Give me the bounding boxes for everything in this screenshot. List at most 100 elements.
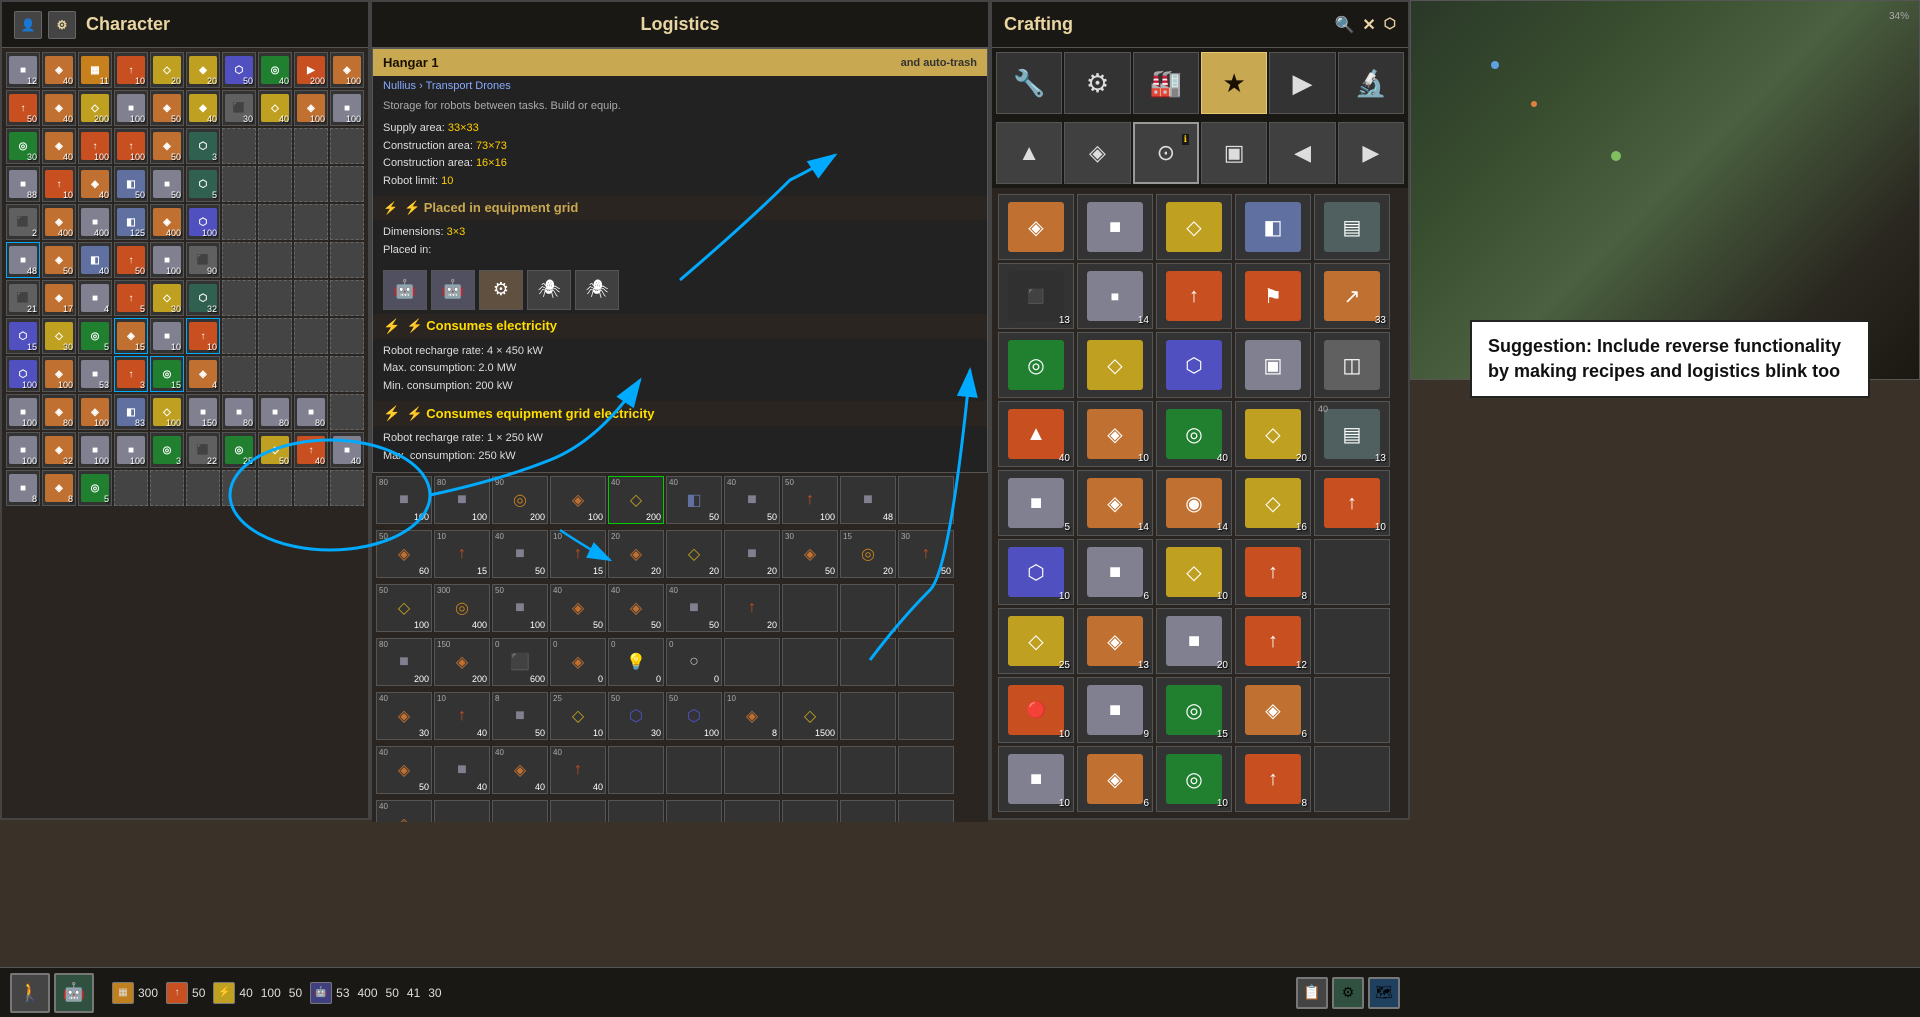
log-slot-empty[interactable] [492, 800, 548, 822]
craft-slot[interactable]: ■ 6 [1077, 539, 1153, 605]
inv-slot[interactable]: ⬛2 [6, 204, 40, 240]
log-slot-empty[interactable] [898, 584, 954, 632]
character-icon-2[interactable]: ⚙ [48, 11, 76, 39]
craft-slot[interactable]: 🔴 10 [998, 677, 1074, 743]
log-slot[interactable]: ■ 80100 [434, 476, 490, 524]
inv-slot[interactable]: ⬡100 [186, 204, 220, 240]
inv-slot[interactable]: ↑10 [42, 166, 76, 202]
inv-slot[interactable]: ■53 [78, 356, 112, 392]
craft-tab-arrow[interactable]: ▶ [1269, 52, 1335, 114]
log-slot[interactable]: ◈ 4030 [376, 692, 432, 740]
log-slot-empty[interactable] [840, 638, 896, 686]
inv-slot[interactable]: ◈50 [42, 242, 76, 278]
craft-tab-2-4[interactable]: ▣ [1201, 122, 1267, 184]
log-slot[interactable]: ■ 40 [434, 746, 490, 794]
log-slot-empty[interactable] [782, 800, 838, 822]
log-slot-empty[interactable] [724, 800, 780, 822]
craft-slot[interactable]: ■ 9 [1077, 677, 1153, 743]
inv-slot[interactable]: ■40 [330, 432, 364, 468]
inv-slot[interactable]: ◧50 [114, 166, 148, 202]
log-slot-empty[interactable] [898, 476, 954, 524]
inv-slot[interactable]: ◎15 [150, 356, 184, 392]
inv-slot[interactable]: ■88 [6, 166, 40, 202]
inv-slot[interactable]: ⬛30 [222, 90, 256, 126]
craft-slot[interactable]: ◇ 16 [1235, 470, 1311, 536]
craft-slot[interactable]: ◎ 40 [1156, 401, 1232, 467]
craft-slot[interactable]: ▤ [1314, 194, 1390, 260]
inv-slot[interactable]: ◇20 [150, 52, 184, 88]
inv-slot[interactable]: ↑10 [114, 52, 148, 88]
log-slot[interactable]: ◇ 20 [666, 530, 722, 578]
character-icon-1[interactable]: 👤 [14, 11, 42, 39]
log-slot[interactable]: 💡 00 [608, 638, 664, 686]
log-slot[interactable]: ◧ 4050 [666, 476, 722, 524]
craft-slot[interactable]: ⬡ [1156, 332, 1232, 398]
inv-slot[interactable]: ◇30 [42, 318, 76, 354]
craft-slot[interactable]: ⚑ [1235, 263, 1311, 329]
inv-slot[interactable]: ↑50 [6, 90, 40, 126]
craft-tab-science[interactable]: 🔬 [1338, 52, 1404, 114]
hangar-bar[interactable]: Hangar 1 and auto-trash [373, 49, 987, 76]
inv-slot[interactable]: ⬡5 [186, 166, 220, 202]
log-slot[interactable]: ⬡ 5030 [608, 692, 664, 740]
inv-slot[interactable]: ⬡100 [6, 356, 40, 392]
log-slot[interactable]: ◈ 4040 [492, 746, 548, 794]
robot-slot[interactable]: ⚙ [479, 270, 523, 310]
log-slot[interactable]: ■ 80100 [376, 476, 432, 524]
inv-slot[interactable]: ■100 [114, 90, 148, 126]
craft-slot[interactable]: ◉ 14 [1156, 470, 1232, 536]
craft-slot[interactable]: ▣ [1235, 332, 1311, 398]
log-slot-empty[interactable] [434, 800, 490, 822]
inv-slot[interactable]: ◈100 [294, 90, 328, 126]
robot-slot[interactable]: 🤖 [383, 270, 427, 310]
inv-slot[interactable]: ◈100 [42, 356, 76, 392]
log-slot[interactable]: ◈ 00 [550, 638, 606, 686]
inv-slot[interactable]: ◎30 [6, 128, 40, 164]
log-slot-empty[interactable] [724, 746, 780, 794]
log-slot-empty[interactable] [898, 746, 954, 794]
inv-slot[interactable]: ◇30 [150, 280, 184, 316]
craft-slot[interactable]: ◈ 6 [1235, 677, 1311, 743]
log-slot[interactable]: ◈ 4050 [376, 800, 432, 822]
robot-slot[interactable]: 🕷 [575, 270, 619, 310]
inv-slot[interactable]: ◇50 [258, 432, 292, 468]
craft-tab-tools[interactable]: 🔧 [996, 52, 1062, 114]
inv-slot[interactable]: ↑40 [294, 432, 328, 468]
inv-slot[interactable]: ◎40 [258, 52, 292, 88]
log-slot[interactable]: ◈ 150200 [434, 638, 490, 686]
inv-slot[interactable]: ■12 [6, 52, 40, 88]
log-slot[interactable]: ■ 48 [840, 476, 896, 524]
log-slot[interactable]: ■ 4050 [666, 584, 722, 632]
inv-slot[interactable]: ■4 [78, 280, 112, 316]
inv-slot[interactable]: ■80 [222, 394, 256, 430]
craft-tab-2-2[interactable]: ◈ [1064, 122, 1130, 184]
craft-slot[interactable]: ◇ 10 [1156, 539, 1232, 605]
log-slot-empty[interactable] [840, 584, 896, 632]
craft-slot[interactable]: ▲ 40 [998, 401, 1074, 467]
inv-slot[interactable]: ◈15 [114, 318, 148, 354]
log-slot[interactable]: ◇ 40200 [608, 476, 664, 524]
log-slot-empty[interactable] [782, 584, 838, 632]
craft-slot[interactable]: ■ 14 [1077, 263, 1153, 329]
craft-slot[interactable]: ◇ [1077, 332, 1153, 398]
inv-slot[interactable]: ■80 [294, 394, 328, 430]
craft-tab-gear[interactable]: ⚙ [1064, 52, 1130, 114]
inv-slot[interactable]: ⬡15 [6, 318, 40, 354]
inv-slot[interactable]: ↑3 [114, 356, 148, 392]
log-slot[interactable]: ◈ 4050 [376, 746, 432, 794]
inv-slot[interactable]: ◈100 [330, 52, 364, 88]
inv-slot[interactable]: ◈17 [42, 280, 76, 316]
inv-slot[interactable]: ◎25 [222, 432, 256, 468]
craft-tab-active[interactable]: ★ [1201, 52, 1267, 114]
craft-slot[interactable]: ↑ 12 [1235, 608, 1311, 674]
inv-slot[interactable]: ■400 [78, 204, 112, 240]
inv-slot[interactable]: ▶200 [294, 52, 328, 88]
inv-slot[interactable]: ◈400 [42, 204, 76, 240]
inv-slot[interactable]: ◧40 [78, 242, 112, 278]
log-slot[interactable]: ◎ 300400 [434, 584, 490, 632]
bottom-icon-1[interactable]: 📋 [1296, 977, 1328, 1009]
craft-slot[interactable]: ◧ [1235, 194, 1311, 260]
log-slot-empty[interactable] [608, 746, 664, 794]
craft-slot[interactable]: ↑ [1156, 263, 1232, 329]
craft-slot-empty[interactable] [1314, 746, 1390, 812]
